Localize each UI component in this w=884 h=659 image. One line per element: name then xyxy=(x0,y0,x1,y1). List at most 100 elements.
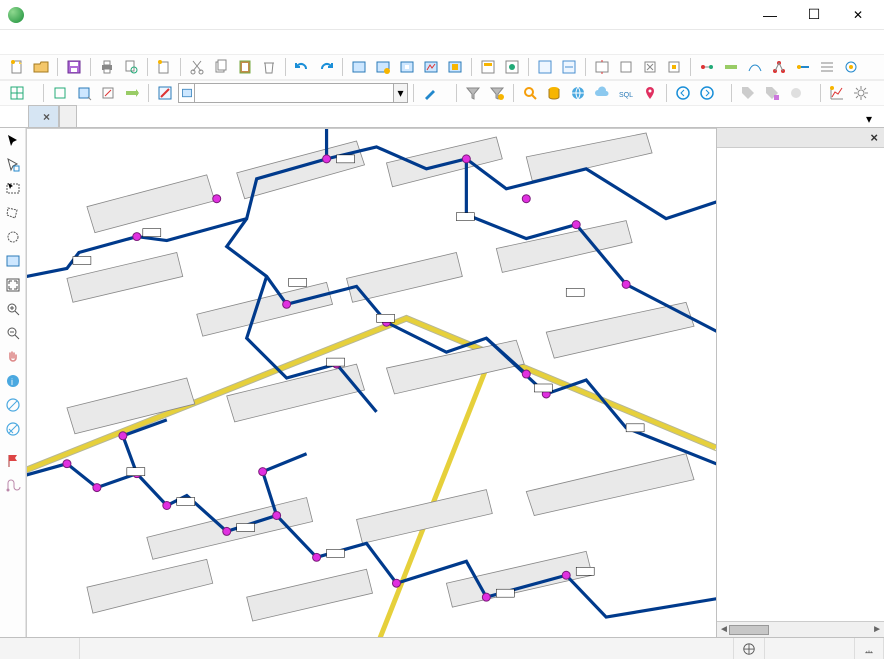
menubar xyxy=(0,30,884,54)
active-layer-input[interactable] xyxy=(194,83,394,103)
print-icon[interactable] xyxy=(96,56,118,78)
tag-b-icon[interactable] xyxy=(761,82,783,104)
pan-icon[interactable] xyxy=(2,346,24,368)
tool-e-icon[interactable] xyxy=(444,56,466,78)
mode-c-icon[interactable] xyxy=(73,82,95,104)
maximize-button[interactable]: ☐ xyxy=(792,1,836,29)
active-layer-dropdown[interactable]: ▾ xyxy=(178,83,408,103)
menu-help[interactable] xyxy=(208,40,224,44)
tool-d-icon[interactable] xyxy=(420,56,442,78)
panel-hscrollbar[interactable]: ◄ ► xyxy=(717,621,884,637)
cloud-icon[interactable] xyxy=(591,82,613,104)
find-icon[interactable] xyxy=(519,82,541,104)
undo-icon[interactable] xyxy=(291,56,313,78)
select-rect-icon[interactable] xyxy=(2,178,24,200)
menu-file[interactable] xyxy=(8,40,24,44)
select-circle-icon[interactable] xyxy=(2,226,24,248)
form-a-icon[interactable] xyxy=(477,56,499,78)
extent-icon[interactable] xyxy=(2,250,24,272)
status-scale-lock-icon[interactable] xyxy=(855,638,884,659)
net-f-icon[interactable] xyxy=(816,56,838,78)
nav-back-icon[interactable] xyxy=(672,82,694,104)
db-icon[interactable] xyxy=(543,82,565,104)
mode-a-icon[interactable] xyxy=(6,82,28,104)
menu-table[interactable] xyxy=(128,40,144,44)
edit-toggle-icon[interactable] xyxy=(154,82,176,104)
tabs-overflow-icon[interactable]: ▾ xyxy=(858,108,880,130)
mode-d-icon[interactable] xyxy=(97,82,119,104)
zoom-in-icon[interactable] xyxy=(2,298,24,320)
form-b-icon[interactable] xyxy=(501,56,523,78)
menu-map[interactable] xyxy=(68,40,84,44)
export-c-icon[interactable] xyxy=(639,56,661,78)
delete-icon[interactable] xyxy=(258,56,280,78)
close-button[interactable]: ✕ xyxy=(836,1,880,29)
menu-edit[interactable] xyxy=(28,40,44,44)
db-a-icon[interactable] xyxy=(534,56,556,78)
net-b-icon[interactable] xyxy=(720,56,742,78)
tag-a-icon[interactable] xyxy=(737,82,759,104)
panel-close-icon[interactable]: × xyxy=(870,130,878,145)
gear-icon[interactable] xyxy=(850,82,872,104)
titlebar: — ☐ ✕ xyxy=(0,0,884,30)
net-c-icon[interactable] xyxy=(744,56,766,78)
redo-icon[interactable] xyxy=(315,56,337,78)
doctab-primer[interactable] xyxy=(59,105,77,127)
menu-tasks[interactable] xyxy=(148,40,164,44)
sql-icon[interactable]: SQL xyxy=(615,82,637,104)
blur-icon[interactable] xyxy=(785,82,807,104)
pin-icon[interactable] xyxy=(639,82,661,104)
select-point-icon[interactable] xyxy=(2,154,24,176)
globe-icon[interactable] xyxy=(567,82,589,104)
status-crs-icon[interactable] xyxy=(734,638,765,659)
flag-icon[interactable] xyxy=(2,450,24,472)
cut-icon[interactable] xyxy=(186,56,208,78)
menu-window[interactable] xyxy=(188,40,204,44)
measure-area-icon[interactable] xyxy=(2,418,24,440)
tool-c-icon[interactable] xyxy=(396,56,418,78)
fit-icon[interactable] xyxy=(2,274,24,296)
doctab-karta-nnn[interactable]: × xyxy=(28,105,59,127)
tool-b-icon[interactable] xyxy=(372,56,394,78)
net-e-icon[interactable] xyxy=(792,56,814,78)
net-g-icon[interactable] xyxy=(840,56,862,78)
map-canvas[interactable] xyxy=(26,128,716,637)
workspace-tree[interactable] xyxy=(717,148,884,621)
db-b-icon[interactable] xyxy=(558,56,580,78)
tab-close-icon[interactable]: × xyxy=(43,110,50,124)
filter-b-icon[interactable] xyxy=(486,82,508,104)
menu-service[interactable] xyxy=(168,40,184,44)
dropdown-chevron-icon[interactable]: ▾ xyxy=(394,83,408,103)
minimize-button[interactable]: — xyxy=(748,1,792,29)
net-d-icon[interactable] xyxy=(768,56,790,78)
mode-b-icon[interactable] xyxy=(49,82,71,104)
new-icon[interactable] xyxy=(6,56,28,78)
export-d-icon[interactable] xyxy=(663,56,685,78)
menu-view[interactable] xyxy=(88,40,104,44)
save-icon[interactable] xyxy=(63,56,85,78)
tool-a-icon[interactable] xyxy=(348,56,370,78)
route-icon[interactable] xyxy=(2,474,24,496)
info-icon[interactable]: i xyxy=(2,370,24,392)
mode-e-icon[interactable] xyxy=(121,82,143,104)
paste-icon[interactable] xyxy=(234,56,256,78)
export-a-icon[interactable] xyxy=(591,56,613,78)
chart-icon[interactable] xyxy=(826,82,848,104)
zoom-out-icon[interactable] xyxy=(2,322,24,344)
workspace-panel: × ◄ ► xyxy=(716,128,884,637)
new-layer-icon[interactable] xyxy=(153,56,175,78)
menu-raster[interactable] xyxy=(108,40,124,44)
net-a-icon[interactable] xyxy=(696,56,718,78)
nav-fwd-icon[interactable] xyxy=(696,82,718,104)
pointer-tool-icon[interactable] xyxy=(2,130,24,152)
export-b-icon[interactable] xyxy=(615,56,637,78)
filter-a-icon[interactable] xyxy=(462,82,484,104)
print-preview-icon[interactable] xyxy=(120,56,142,78)
copy-icon[interactable] xyxy=(210,56,232,78)
status-scale[interactable] xyxy=(765,638,855,659)
select-poly-icon[interactable] xyxy=(2,202,24,224)
open-icon[interactable] xyxy=(30,56,52,78)
measure-line-icon[interactable] xyxy=(2,394,24,416)
menu-layer[interactable] xyxy=(48,40,64,44)
pen-icon[interactable] xyxy=(419,82,441,104)
